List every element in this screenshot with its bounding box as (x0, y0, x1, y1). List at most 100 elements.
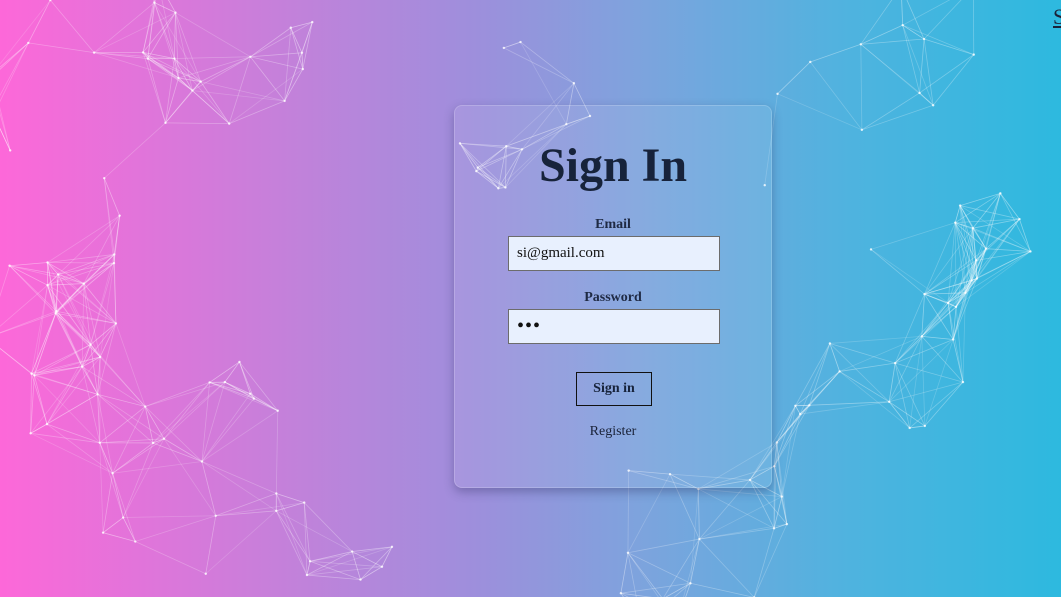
network-line (627, 538, 700, 554)
network-node (951, 338, 955, 341)
register-link[interactable]: Register (455, 424, 771, 440)
network-node (98, 441, 102, 445)
network-node (92, 51, 96, 54)
network-line (175, 12, 251, 58)
network-line (902, 0, 951, 26)
network-node (89, 343, 92, 346)
network-line (174, 56, 251, 59)
network-line (81, 366, 101, 443)
network-node (191, 89, 194, 92)
network-node (380, 565, 384, 568)
network-node (303, 501, 306, 504)
network-line (250, 27, 292, 58)
network-line (99, 406, 146, 444)
network-line (870, 222, 956, 250)
network-line (690, 582, 755, 597)
network-node (776, 92, 779, 96)
network-node (204, 572, 207, 575)
network-line (699, 538, 755, 597)
network-line (152, 382, 210, 444)
network-line (290, 27, 303, 53)
network-line (954, 222, 957, 307)
network-node (101, 531, 105, 534)
network-line (284, 52, 303, 102)
network-node (922, 37, 926, 41)
network-line (839, 362, 896, 372)
network-line (152, 381, 226, 444)
sign-in-card: Sign In Email Password Sign in Register (454, 105, 772, 488)
network-line (860, 43, 934, 106)
network-line (46, 366, 83, 425)
network-line (97, 393, 165, 440)
network-line (9, 265, 84, 284)
password-field[interactable] (508, 309, 720, 344)
network-line (81, 366, 146, 407)
corner-nav-link[interactable]: S (1053, 4, 1061, 30)
network-node (164, 121, 167, 125)
network-node (55, 310, 58, 313)
network-line (306, 561, 311, 576)
network-node (838, 370, 841, 373)
network-line (224, 361, 240, 383)
network-node (860, 128, 864, 132)
network-node (54, 312, 57, 315)
network-node (999, 192, 1002, 195)
network-line (895, 362, 964, 383)
network-line (275, 410, 279, 494)
network-line (201, 461, 277, 494)
network-node (958, 204, 962, 207)
network-node (931, 104, 935, 107)
network-line (215, 502, 305, 517)
network-line (520, 41, 575, 84)
network-node (970, 279, 973, 282)
network-node (249, 392, 252, 395)
network-line (113, 215, 121, 264)
network-line (163, 438, 203, 462)
network-line (921, 335, 954, 340)
network-node (153, 1, 156, 4)
network-line (31, 313, 57, 374)
network-node (946, 301, 950, 305)
network-node (111, 472, 114, 475)
network-line (50, 0, 95, 53)
network-line (919, 54, 974, 94)
network-node (141, 51, 145, 54)
network-node (697, 487, 700, 491)
network-node (772, 527, 776, 530)
network-line (773, 405, 796, 467)
network-node (971, 226, 975, 230)
network-line (839, 371, 890, 403)
sign-in-button[interactable]: Sign in (576, 372, 652, 406)
network-line (309, 560, 361, 580)
network-line (894, 362, 926, 427)
network-line (33, 313, 57, 376)
network-line (47, 283, 84, 286)
network-node (8, 264, 11, 267)
network-line (27, 0, 51, 44)
network-line (306, 546, 393, 576)
email-field[interactable] (508, 236, 720, 271)
network-node (30, 372, 33, 375)
network-line (947, 302, 954, 340)
network-node (98, 355, 102, 359)
network-node (798, 412, 802, 416)
network-line (102, 473, 113, 533)
network-line (57, 274, 91, 345)
network-node (276, 409, 279, 412)
network-node (918, 91, 921, 95)
network-line (112, 473, 136, 542)
network-line (503, 47, 575, 84)
network-line (921, 336, 926, 426)
network-line (795, 405, 801, 415)
network-node (808, 404, 811, 407)
network-node (308, 560, 312, 563)
network-node (869, 248, 873, 251)
network-line (0, 310, 57, 334)
network-node (283, 99, 286, 103)
network-line (795, 371, 840, 407)
network-line (9, 262, 48, 267)
network-line (923, 0, 962, 40)
network-line (0, 347, 32, 374)
network-node (174, 11, 177, 14)
network-node (223, 380, 227, 384)
